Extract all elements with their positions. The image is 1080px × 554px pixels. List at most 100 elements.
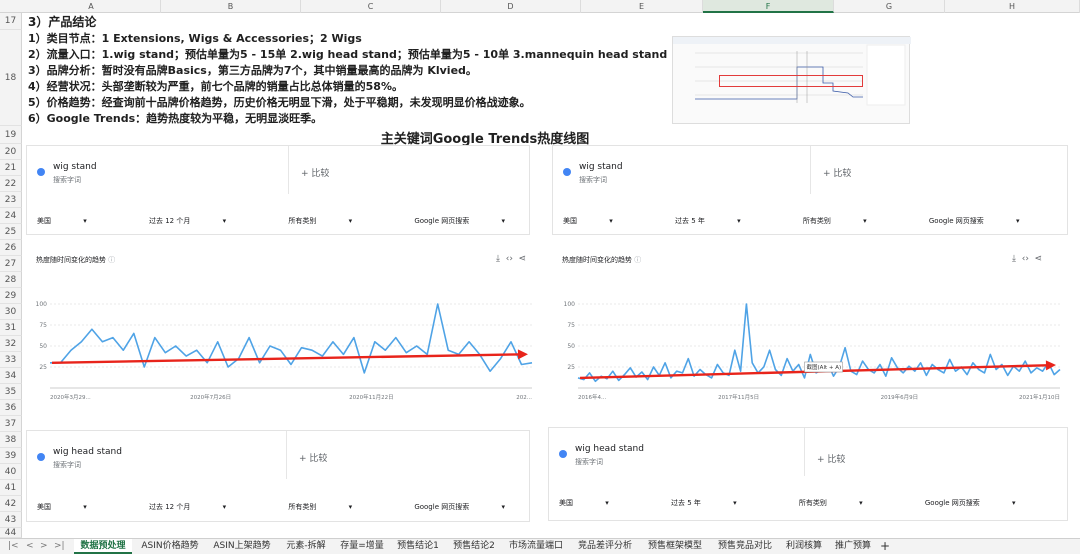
search-term-card[interactable]: wig head stand 搜索字词 — [549, 428, 805, 476]
filter-time[interactable]: 过去 12 个月 ▾ — [149, 217, 256, 225]
filter-category[interactable]: 所有类别 ▾ — [803, 217, 897, 225]
sheet-tab[interactable]: 预售结论1 — [392, 539, 444, 554]
row-header[interactable]: 42 — [0, 496, 22, 512]
sheet-tab[interactable]: 存量=增量 — [336, 539, 388, 554]
row-header[interactable]: 39 — [0, 448, 22, 464]
row-header[interactable]: 34 — [0, 368, 22, 384]
row-header[interactable]: 37 — [0, 416, 22, 432]
filter-region[interactable]: 美国 ▾ — [37, 217, 117, 225]
search-term-card[interactable]: wig head stand 搜索字词 — [27, 431, 287, 479]
compare-button[interactable]: + 比较 — [299, 451, 327, 464]
sheet-tab[interactable]: ASIN上架趋势 — [208, 539, 276, 554]
compare-button[interactable]: + 比较 — [817, 452, 845, 465]
column-header-E[interactable]: E — [581, 0, 703, 13]
row-header[interactable]: 27 — [0, 256, 22, 272]
filter-category[interactable]: 所有类别 ▾ — [799, 499, 893, 507]
sheet-tab[interactable]: 预售框架模型 — [642, 539, 708, 554]
row-header[interactable]: 23 — [0, 192, 22, 208]
filter-time[interactable]: 过去 5 年 ▾ — [671, 499, 767, 507]
conclusion-line-price: 5）价格趋势：经查询前十品牌价格趋势，历史价格无明显下滑，处于平稳期，未发现明显… — [28, 96, 531, 109]
search-term-subtitle: 搜索字词 — [575, 458, 603, 466]
sheet-tab[interactable]: ASIN价格趋势 — [136, 539, 204, 554]
search-term-card[interactable]: wig stand 搜索字词 — [553, 146, 811, 194]
row-header[interactable]: 25 — [0, 224, 22, 240]
filter-region[interactable]: 美国 ▾ — [563, 217, 643, 225]
row-header[interactable]: 30 — [0, 304, 22, 320]
row-header[interactable]: 29 — [0, 288, 22, 304]
help-icon[interactable]: ⓘ — [108, 256, 115, 264]
filter-region[interactable]: 美国 ▾ — [37, 503, 117, 511]
sheet-tab[interactable]: 竞品差评分析 — [572, 539, 638, 554]
row-header[interactable]: 35 — [0, 384, 22, 400]
row-header[interactable]: 41 — [0, 480, 22, 496]
embed-icon[interactable]: ‹› — [1022, 254, 1029, 264]
download-icon[interactable]: ⤓ — [1012, 254, 1016, 264]
column-header-C[interactable]: C — [301, 0, 441, 13]
row-header[interactable]: 24 — [0, 208, 22, 224]
filter-bar: 美国 ▾ 过去 5 年 ▾ 所有类别 ▾ Google 网页搜索 ▾ — [563, 216, 1080, 226]
series-color-dot — [37, 453, 45, 461]
filter-search-type[interactable]: Google 网页搜索 ▾ — [414, 503, 535, 511]
row-header[interactable]: 22 — [0, 176, 22, 192]
download-icon[interactable]: ⤓ — [496, 254, 500, 264]
sheet-tab[interactable]: 预售结论2 — [448, 539, 500, 554]
row-header[interactable]: 18 — [0, 30, 22, 126]
row-header[interactable]: 43 — [0, 512, 22, 528]
prev-sheet-arrow[interactable]: < — [26, 539, 34, 554]
dropdown-icon: ▾ — [863, 217, 867, 225]
row-header[interactable]: 28 — [0, 272, 22, 288]
help-icon[interactable]: ⓘ — [634, 256, 641, 264]
column-header-D[interactable]: D — [441, 0, 581, 13]
last-sheet-arrow[interactable]: >| — [54, 539, 65, 554]
row-header[interactable]: 26 — [0, 240, 22, 256]
filter-search-type[interactable]: Google 网页搜索 ▾ — [925, 499, 1046, 507]
filter-category[interactable]: 所有类别 ▾ — [288, 217, 382, 225]
sheet-tab[interactable]: 预售竞品对比 — [712, 539, 778, 554]
filter-bar: 美国 ▾ 过去 5 年 ▾ 所有类别 ▾ Google 网页搜索 ▾ — [559, 498, 1076, 508]
column-header-A[interactable]: A — [22, 0, 161, 13]
column-header-F[interactable]: F — [703, 0, 834, 13]
row-header[interactable]: 44 — [0, 528, 22, 538]
search-term-card[interactable]: wig stand 搜索字词 — [27, 146, 289, 194]
share-icon[interactable]: ⋖ — [1035, 254, 1043, 264]
row-header[interactable]: 21 — [0, 160, 22, 176]
column-header-B[interactable]: B — [161, 0, 301, 13]
search-term-subtitle: 搜索字词 — [579, 176, 607, 184]
row-header[interactable]: 33 — [0, 352, 22, 368]
sheet-tab[interactable]: 市场流量端口 — [504, 539, 568, 554]
filter-search-type[interactable]: Google 网页搜索 ▾ — [414, 217, 535, 225]
column-header-H[interactable]: H — [945, 0, 1080, 13]
row-header[interactable]: 20 — [0, 144, 22, 160]
sheet-tab[interactable]: 推广预算 — [830, 539, 876, 554]
filter-time[interactable]: 过去 12 个月 ▾ — [149, 503, 256, 511]
next-sheet-arrow[interactable]: > — [40, 539, 48, 554]
filter-time[interactable]: 过去 5 年 ▾ — [675, 217, 771, 225]
filter-category[interactable]: 所有类别 ▾ — [288, 503, 382, 511]
row-header[interactable]: 19 — [0, 126, 22, 144]
first-sheet-arrow[interactable]: |< — [8, 539, 19, 554]
row-header[interactable]: 38 — [0, 432, 22, 448]
x-tick-label: 2016年4... — [578, 393, 606, 401]
compare-button[interactable]: + 比较 — [823, 166, 851, 179]
row-header[interactable]: 32 — [0, 336, 22, 352]
column-header-bar: A B C D E F G H — [0, 0, 1080, 13]
sheet-tab-preprocess[interactable]: 数据预处理 — [74, 539, 132, 554]
sheet-tab[interactable]: 元素-拆解 — [280, 539, 332, 554]
filter-search-type[interactable]: Google 网页搜索 ▾ — [929, 217, 1050, 225]
filter-region[interactable]: 美国 ▾ — [559, 499, 639, 507]
sheet-tab[interactable]: 利润核算 — [782, 539, 826, 554]
row-header[interactable]: 17 — [0, 13, 22, 30]
screenshot-tooltip: 截图(Alt + A) — [804, 361, 843, 373]
thumbnail-highlight-box — [719, 75, 863, 87]
column-header-G[interactable]: G — [834, 0, 945, 13]
spreadsheet-window: { "columns": ["A","B","C","D","E","F","G… — [0, 0, 1080, 554]
row-header[interactable]: 40 — [0, 464, 22, 480]
compare-button[interactable]: + 比较 — [301, 166, 329, 179]
row-header[interactable]: 36 — [0, 400, 22, 416]
dropdown-icon: ▾ — [733, 499, 737, 507]
add-sheet-button[interactable]: + — [878, 539, 892, 554]
embedded-chart-thumbnail[interactable] — [672, 36, 911, 124]
row-header[interactable]: 31 — [0, 320, 22, 336]
share-icon[interactable]: ⋖ — [519, 254, 527, 264]
embed-icon[interactable]: ‹› — [506, 254, 513, 264]
